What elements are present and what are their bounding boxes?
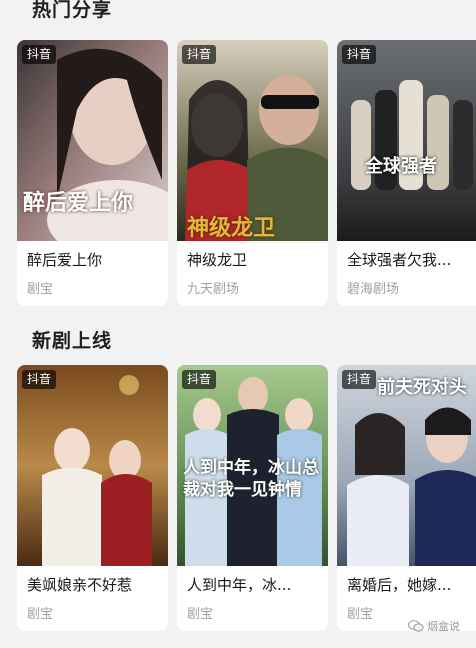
douyin-badge: 抖音 — [182, 45, 217, 64]
drama-card-4[interactable]: 抖音 美飒娘亲不好惹 剧宝 — [17, 365, 168, 631]
drama-card-3[interactable]: 抖音 全球强者 全球强者欠我... 碧海剧场 — [337, 40, 476, 306]
cover-title-text: 神级龙卫 — [187, 215, 276, 241]
drama-card-1[interactable]: 抖音 醉后爱上你 醉后爱上你 剧宝 — [17, 40, 168, 306]
drama-cover-6[interactable]: 抖音 前夫死对头 — [337, 365, 476, 566]
drama-source: 剧宝 — [27, 282, 54, 297]
cover-title-text: 前夫死对头 — [377, 377, 467, 398]
cover-title-text: 人到中年，冰山总裁对我一见钟情 — [183, 458, 319, 500]
drama-cover-4[interactable]: 抖音 — [17, 365, 168, 566]
section-title-new-drama: 新剧上线 — [32, 330, 113, 352]
cover-artwork — [17, 365, 168, 566]
drama-card-2[interactable]: 抖音 神级龙卫 神级龙卫 九天剧场 — [177, 40, 328, 306]
drama-cover-2[interactable]: 抖音 神级龙卫 — [177, 40, 328, 241]
douyin-badge: 抖音 — [342, 45, 377, 64]
drama-title[interactable]: 人到中年，冰... — [187, 574, 323, 595]
drama-cover-3[interactable]: 抖音 全球强者 — [337, 40, 476, 241]
douyin-badge: 抖音 — [22, 370, 57, 389]
drama-card-5[interactable]: 抖音 人到中年，冰山总裁对我一见钟情 人到中年，冰... 剧宝 — [177, 365, 328, 631]
drama-cover-5[interactable]: 抖音 人到中年，冰山总裁对我一见钟情 — [177, 365, 328, 566]
douyin-badge: 抖音 — [182, 370, 217, 389]
drama-cover-1[interactable]: 抖音 醉后爱上你 — [17, 40, 168, 241]
watermark-text: 烟盒说 — [427, 620, 460, 633]
drama-title[interactable]: 神级龙卫 — [187, 249, 323, 270]
wechat-icon — [408, 620, 424, 632]
watermark: 烟盒说 — [408, 618, 460, 634]
drama-source: 碧海剧场 — [347, 282, 400, 297]
drama-title[interactable]: 全球强者欠我... — [347, 249, 476, 270]
drama-source: 剧宝 — [27, 607, 54, 622]
drama-title[interactable]: 美飒娘亲不好惹 — [27, 574, 163, 595]
section-title-hot-share: 热门分享 — [32, 0, 113, 21]
douyin-badge: 抖音 — [22, 45, 57, 64]
drama-source: 九天剧场 — [187, 282, 240, 297]
douyin-badge: 抖音 — [342, 370, 377, 389]
drama-card-6[interactable]: 抖音 前夫死对头 离婚后，她嫁... 剧宝 — [337, 365, 476, 631]
cover-artwork — [337, 40, 476, 241]
drama-source: 剧宝 — [187, 607, 214, 622]
drama-title[interactable]: 离婚后，她嫁... — [347, 574, 476, 595]
drama-title[interactable]: 醉后爱上你 — [27, 249, 163, 270]
cover-title-text: 醉后爱上你 — [23, 190, 134, 216]
cover-title-text: 全球强者 — [365, 156, 437, 177]
